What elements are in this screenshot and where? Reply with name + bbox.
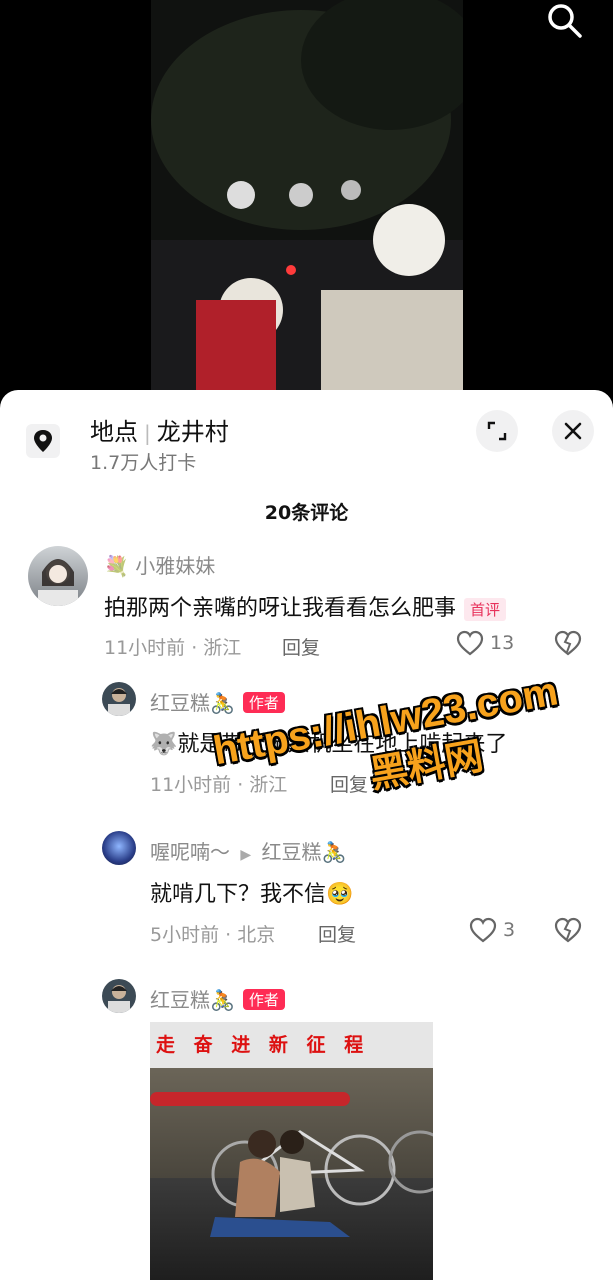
expand-button[interactable] xyxy=(476,410,518,452)
reply-meta: 5小时前 · 北京 xyxy=(150,924,276,946)
reply-arrow-icon: ▶ xyxy=(240,847,252,863)
author-badge: 作者 xyxy=(242,989,285,1010)
reply-photo[interactable]: 走 奋 进 新 征 程 xyxy=(150,1022,433,1280)
location-pin-icon xyxy=(26,424,60,458)
username-text: 小雅妹妹 xyxy=(135,554,216,578)
comment-count: 20条评论 xyxy=(264,502,349,524)
reply-username[interactable]: 喔呢喃～ ▶ 红豆糕🚴 xyxy=(150,836,346,865)
dislike-icon[interactable] xyxy=(554,630,582,656)
reply-text: 就啃几下？我不信🥹 xyxy=(150,882,354,907)
reply-button[interactable]: 回复 xyxy=(282,633,320,660)
video-player[interactable] xyxy=(0,0,613,400)
avatar[interactable] xyxy=(102,979,136,1013)
location-checkins: 1.7万人打卡 xyxy=(90,452,197,474)
author-badge: 作者 xyxy=(242,692,285,713)
heart-icon xyxy=(469,917,497,943)
reply-button[interactable]: 回复 xyxy=(318,920,356,947)
close-button[interactable] xyxy=(552,410,594,452)
close-icon xyxy=(564,422,582,440)
video-frame xyxy=(151,0,463,400)
like-count: 13 xyxy=(490,632,515,654)
dislike-icon[interactable] xyxy=(554,917,582,943)
location-title[interactable]: 地点 | 龙井村 xyxy=(90,412,229,447)
reply-username[interactable]: 红豆糕🚴 作者 xyxy=(150,984,285,1013)
username-text: 红豆糕🚴 xyxy=(150,988,235,1012)
avatar[interactable] xyxy=(28,546,88,606)
like-button[interactable]: 13 xyxy=(456,630,514,656)
photo-scene xyxy=(210,1130,433,1237)
comment-meta: 11小时前 · 浙江 xyxy=(104,637,242,659)
search-icon[interactable] xyxy=(544,0,584,40)
avatar[interactable] xyxy=(102,831,136,865)
first-comment-badge: 首评 xyxy=(464,597,507,621)
like-button[interactable]: 3 xyxy=(469,917,515,943)
like-count: 3 xyxy=(503,919,516,941)
flower-emoji: 💐 xyxy=(104,554,129,578)
username-text: 红豆糕🚴 xyxy=(150,691,235,715)
expand-icon xyxy=(487,421,507,441)
location-label: 地点 xyxy=(90,418,138,446)
avatar[interactable] xyxy=(102,682,136,716)
location-name: 龙井村 xyxy=(156,418,229,446)
comment-username[interactable]: 💐 小雅妹妹 xyxy=(104,550,215,579)
heart-icon xyxy=(456,630,484,656)
comment-body: 拍那两个亲嘴的呀让我看看怎么肥事 xyxy=(104,596,457,621)
username-text: 喔呢喃～ xyxy=(150,840,230,864)
comment-text: 拍那两个亲嘴的呀让我看看怎么肥事 首评 xyxy=(104,590,507,622)
comment-sheet: 地点 | 龙井村 1.7万人打卡 20条评论 💐 小雅妹妹 拍那两个亲嘴的呀让我看看… xyxy=(0,390,613,1280)
reply-username[interactable]: 红豆糕🚴 作者 xyxy=(150,687,285,716)
reply-to-username: 红豆糕🚴 xyxy=(261,840,347,864)
